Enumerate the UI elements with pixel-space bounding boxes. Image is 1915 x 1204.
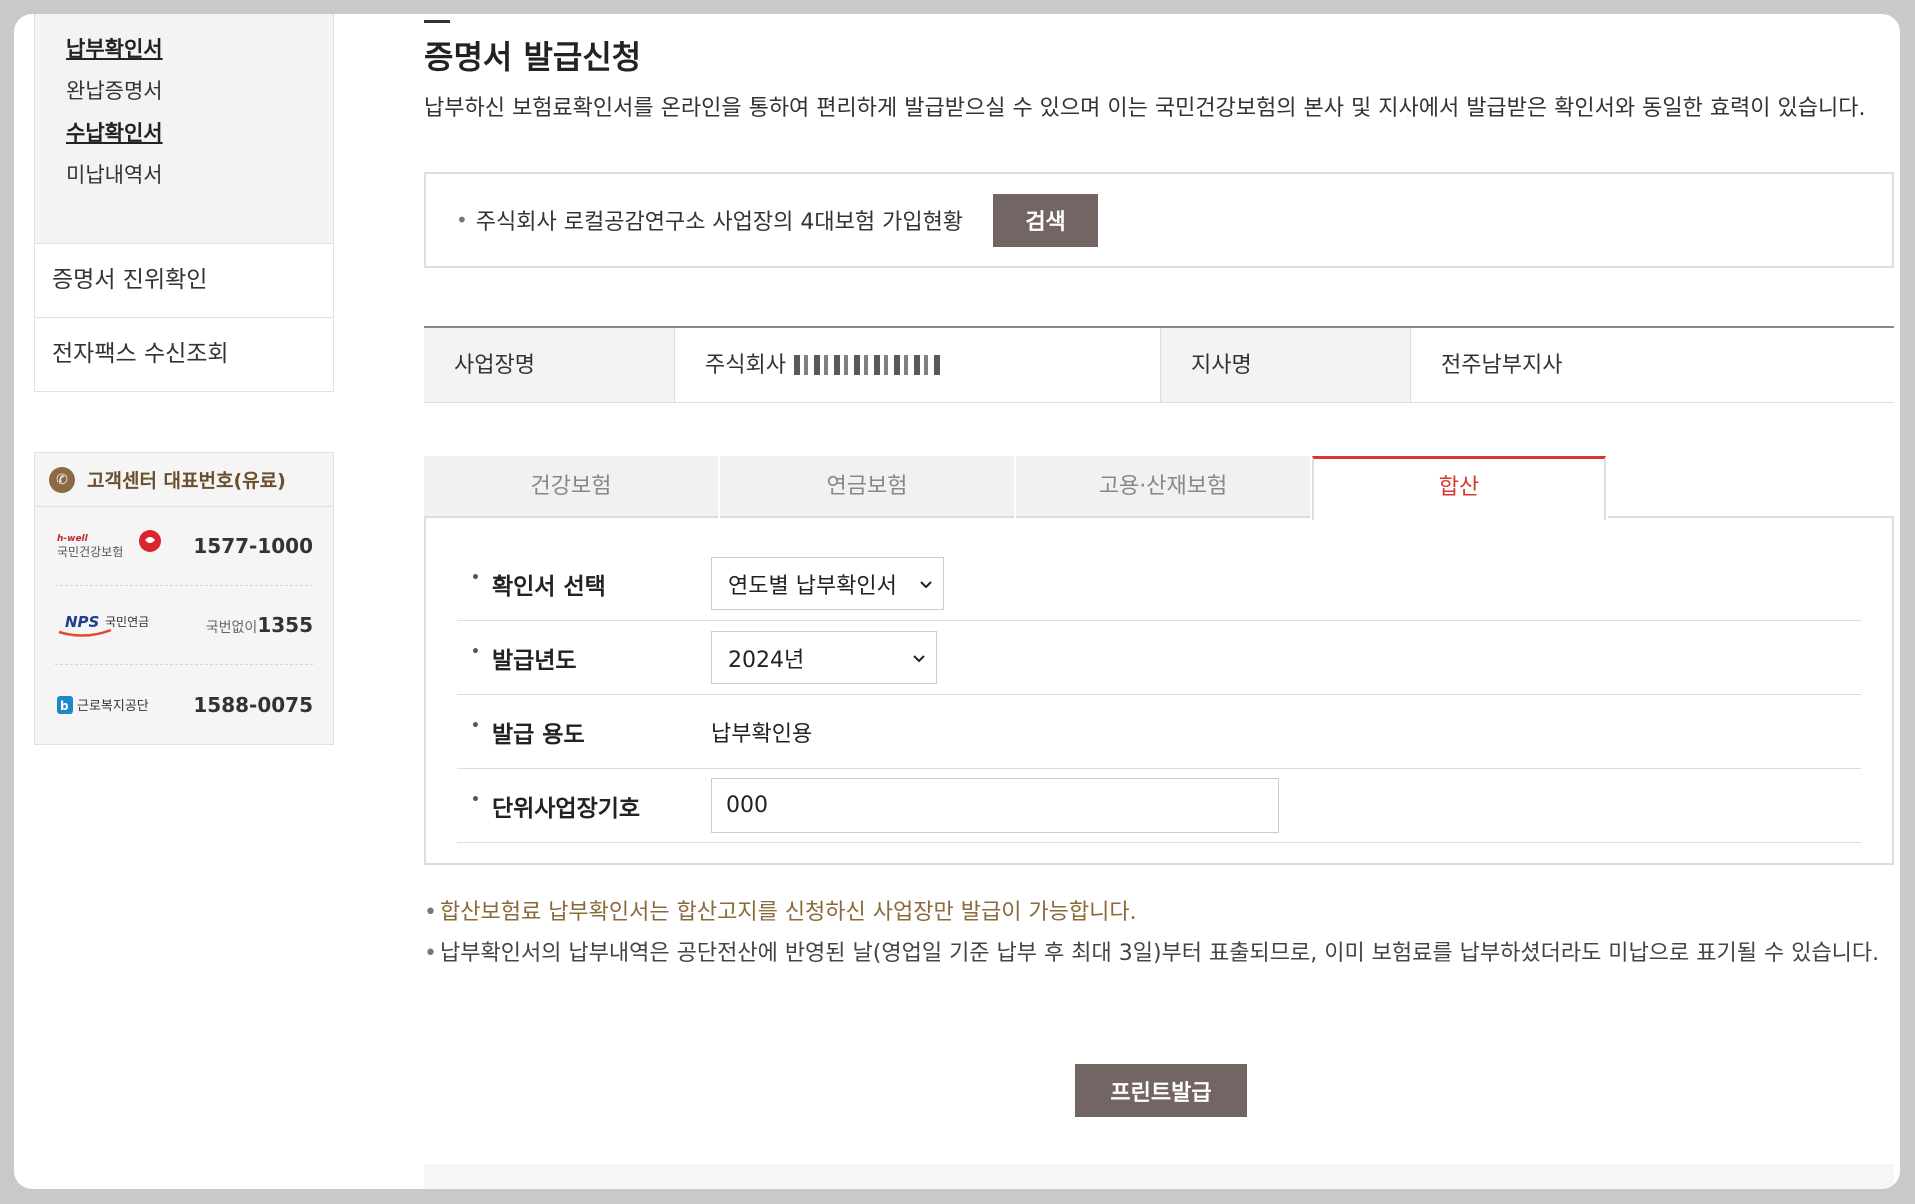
svg-text:근로복지공단: 근로복지공단 [77, 699, 149, 714]
sidebar-item-certificate-verify[interactable]: 증명서 진위확인 [34, 244, 334, 318]
certificate-type-label: 확인서 선택 [491, 573, 606, 600]
print-issue-button[interactable]: 프린트발급 [1075, 1064, 1247, 1117]
callcenter-row: h-well 국민건강보험 1577-1000 [55, 507, 313, 586]
subnav-item-receipt-confirmation[interactable]: 수납확인서 [66, 112, 333, 154]
search-button[interactable]: 검색 [993, 193, 1099, 247]
callcenter-box: ✆ 고객센터 대표번호(유료) h-well 국민건강보험 1577-1000 [34, 452, 334, 745]
tab-pension-insurance[interactable]: 연금보험 [720, 456, 1014, 518]
note-item: • 합산보험료 납부확인서는 합산고지를 신청하신 사업장만 발급이 가능합니다… [424, 896, 1894, 929]
svg-text:국민연금: 국민연금 [105, 615, 149, 629]
callcenter-header: ✆ 고객센터 대표번호(유료) [35, 453, 333, 507]
svg-text:NPS: NPS [65, 613, 99, 631]
callcenter-row: b 근로복지공단 1588-0075 [55, 665, 313, 744]
tab-health-insurance[interactable]: 건강보험 [424, 456, 718, 518]
svg-text:국민건강보험: 국민건강보험 [57, 545, 123, 559]
bullet-icon: • [424, 900, 437, 925]
certificate-type-select[interactable]: 연도별 납부확인서 [711, 557, 944, 610]
form-row: • 확인서 선택 연도별 납부확인서 [457, 547, 1861, 621]
svg-text:h-well: h-well [57, 534, 89, 544]
callcenter-title: 고객센터 대표번호(유료) [87, 470, 286, 492]
unit-workplace-code-label: 단위사업장기호 [491, 795, 641, 822]
business-name-value: 주식회사 [674, 328, 1160, 402]
callcenter-row: NPS 국민연금 국번없이1355 [55, 586, 313, 665]
footer-strip [424, 1164, 1894, 1189]
call-number: 1588-0075 [193, 692, 313, 717]
issue-year-select[interactable]: 2024년 [711, 631, 937, 684]
bullet-icon: • [471, 643, 480, 660]
chevron-down-icon [912, 645, 926, 670]
bullet-icon: • [456, 208, 468, 232]
nhis-logo: h-well 국민건강보험 [55, 529, 165, 563]
issue-purpose-label: 발급 용도 [491, 721, 585, 748]
form-row: • 발급 용도 납부확인용 [457, 695, 1861, 769]
phone-icon: ✆ [49, 466, 75, 493]
branch-name-value: 전주남부지사 [1410, 328, 1894, 402]
issue-purpose-value: 납부확인용 [711, 721, 813, 747]
chevron-down-icon [919, 571, 933, 596]
sidebar: 납부확인서 완납증명서 수납확인서 미납내역서 증명서 진위확인 전자팩스 수신… [34, 14, 334, 745]
call-number: 국번없이1355 [205, 613, 313, 637]
bullet-icon: • [471, 791, 480, 808]
kcomwel-logo: b 근로복지공단 [55, 690, 165, 720]
call-number: 1577-1000 [193, 534, 313, 558]
sidebar-subnav: 납부확인서 완납증명서 수납확인서 미납내역서 [34, 14, 334, 244]
bullet-icon: • [471, 569, 480, 586]
search-box: • 주식회사 로컬공감연구소 사업장의 4대보험 가입현황 검색 [424, 172, 1894, 268]
unit-workplace-code-input[interactable] [711, 778, 1279, 833]
bullet-icon: • [471, 717, 480, 734]
bullet-icon: • [424, 941, 437, 966]
form-row: • 단위사업장기호 [457, 769, 1861, 843]
search-text: 주식회사 로컬공감연구소 사업장의 4대보험 가입현황 [475, 210, 964, 235]
sidebar-item-efax-inquiry[interactable]: 전자팩스 수신조회 [34, 318, 334, 392]
page-description: 납부하신 보험료확인서를 온라인을 통하여 편리하게 발급받으실 수 있으며 이… [424, 96, 1866, 121]
tab-combined[interactable]: 합산 [1312, 456, 1606, 520]
issue-form: • 확인서 선택 연도별 납부확인서 • 발급년도 2024년 • 발급 용도 납부확… [424, 517, 1894, 865]
browser-window: 납부확인서 완납증명서 수납확인서 미납내역서 증명서 진위확인 전자팩스 수신… [14, 14, 1900, 1189]
subnav-item-payment-confirmation[interactable]: 납부확인서 [66, 28, 333, 70]
tab-employment-industrial-insurance[interactable]: 고용·산재보험 [1016, 456, 1310, 518]
nps-logo: NPS 국민연금 [55, 610, 165, 640]
subnav-item-unpaid-statement[interactable]: 미납내역서 [66, 154, 333, 196]
branch-name-label: 지사명 [1160, 328, 1410, 402]
form-row: • 발급년도 2024년 [457, 621, 1861, 695]
redacted-text [793, 355, 944, 375]
business-name-label: 사업장명 [424, 328, 674, 402]
insurance-tabs: 건강보험 연금보험 고용·산재보험 합산 [424, 456, 1894, 520]
note-item: • 납부확인서의 납부내역은 공단전산에 반영된 날(영업일 기준 납부 후 최… [424, 937, 1894, 970]
notes: • 합산보험료 납부확인서는 합산고지를 신청하신 사업장만 발급이 가능합니다… [424, 896, 1894, 978]
page-title: 증명서 발급신청 [424, 38, 642, 76]
subnav-item-full-payment-certificate[interactable]: 완납증명서 [66, 70, 333, 112]
issue-year-label: 발급년도 [491, 647, 577, 674]
business-info-table: 사업장명 주식회사 지사명 전주남부지사 [424, 326, 1894, 403]
svg-text:b: b [60, 699, 69, 713]
title-accent-bar [424, 20, 450, 23]
